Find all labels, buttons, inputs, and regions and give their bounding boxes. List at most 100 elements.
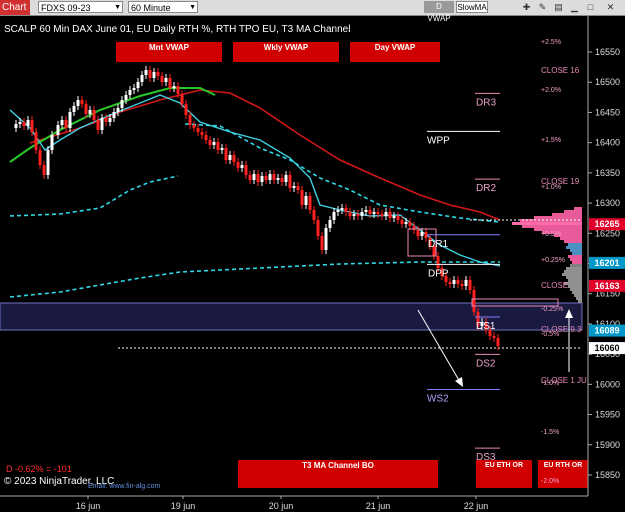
- maximize-icon[interactable]: □: [584, 1, 597, 14]
- candle-body: [180, 94, 184, 104]
- properties-icon[interactable]: ▤: [552, 1, 565, 14]
- candle-body: [42, 165, 46, 175]
- candle-body: [22, 122, 26, 126]
- pivot-label-dr1: DR1: [428, 239, 448, 250]
- y-tick-label: 15850: [595, 470, 620, 480]
- candle-body: [296, 186, 300, 190]
- minimize-icon[interactable]: ▁: [568, 1, 581, 14]
- volume-bar: [572, 291, 582, 294]
- pivot-label-ws2: WS2: [427, 393, 449, 404]
- price-chart[interactable]: SCALP 60 Min DAX June 01, EU Daily RTH %…: [0, 16, 625, 512]
- volume-bar: [560, 237, 582, 240]
- candle-body: [340, 208, 344, 210]
- price-badge-value: 16265: [594, 219, 619, 229]
- candle-body: [456, 280, 460, 284]
- chart-title: SCALP 60 Min DAX June 01, EU Daily RTH %…: [4, 24, 350, 35]
- pct-label: +0.25%: [541, 257, 565, 264]
- pivot-label-ds2: DS2: [476, 358, 496, 369]
- candle-body: [92, 110, 96, 120]
- candle-body: [112, 112, 116, 118]
- volume-bar: [562, 273, 582, 276]
- x-axis-ticks: 16 jun 19 jun 20 jun 21 jun 22 jun: [76, 496, 488, 511]
- candle-body: [38, 150, 42, 165]
- y-tick-label: 16500: [595, 77, 620, 87]
- candle-body: [388, 212, 392, 218]
- wkly-vwap-button[interactable]: Wkly VWAP: [233, 42, 339, 62]
- pct-label: -2.0%: [541, 478, 559, 485]
- candle-body: [304, 196, 308, 205]
- candle-body: [396, 216, 400, 220]
- candle-body: [404, 222, 408, 224]
- mnt-vwap-button[interactable]: Mnt VWAP: [116, 42, 222, 62]
- x-tick-label: 16 jun: [76, 501, 101, 511]
- candle-body: [268, 174, 272, 180]
- candle-body: [144, 70, 148, 75]
- y-tick-label: 16350: [595, 168, 620, 178]
- close-19-label: CLOSE 19: [541, 177, 580, 186]
- pivot-label-dr2: DR2: [476, 183, 496, 194]
- candle-body: [124, 95, 128, 100]
- draw-icon[interactable]: ✎: [536, 1, 549, 14]
- candle-body: [468, 280, 472, 290]
- candle-body: [168, 78, 172, 88]
- candle-body: [392, 216, 396, 218]
- percent-labels: +2.5%+2.0%+1.5%+1.0%+0.5%+0.25%-0.25%-0.…: [541, 39, 565, 485]
- candle-body: [76, 100, 80, 106]
- candle-body: [292, 186, 296, 188]
- candle-body: [240, 165, 244, 168]
- watermark-text: Email: www.fin-alg.com: [88, 483, 161, 490]
- price-badges: 16265 16201 16163 16089 16060: [589, 218, 625, 355]
- volume-bar: [574, 207, 582, 210]
- pct-label: -0.25%: [541, 306, 563, 313]
- interval-select[interactable]: 60 Minute ▼: [128, 1, 198, 13]
- volume-bar: [568, 255, 582, 258]
- candle-body: [360, 212, 364, 216]
- chart-tab[interactable]: Chart: [0, 0, 30, 15]
- day-vwap-button[interactable]: Day VWAP: [350, 42, 440, 62]
- candle-body: [26, 120, 30, 126]
- instrument-select[interactable]: FDXS 09-23 ▼: [38, 1, 123, 13]
- candle-body: [276, 178, 280, 180]
- close-1-jun-label: CLOSE 1 JU: [541, 376, 587, 385]
- candle-body: [220, 148, 224, 150]
- candle-body: [384, 212, 388, 216]
- volume-bar: [534, 216, 582, 219]
- slowma-toggle-button[interactable]: SlowMA: [456, 1, 488, 13]
- price-badge-value: 16163: [594, 281, 619, 291]
- candle-body: [408, 222, 412, 226]
- candle-body: [472, 290, 476, 312]
- volume-bar: [570, 249, 582, 252]
- candle-body: [344, 208, 348, 212]
- candle-body: [156, 72, 160, 76]
- volume-bar: [568, 243, 582, 246]
- candle-body: [460, 284, 464, 286]
- wkly-vwap-label: Wkly VWAP: [264, 43, 309, 52]
- candle-body: [184, 104, 188, 115]
- candle-body: [352, 214, 356, 216]
- candle-body: [88, 110, 92, 114]
- t3-channel-button[interactable]: T3 MA Channel BO: [238, 460, 438, 488]
- candle-body: [192, 125, 196, 128]
- candle-body: [224, 148, 228, 160]
- candle-body: [436, 256, 440, 268]
- candle-body: [188, 115, 192, 125]
- close-icon[interactable]: ✕: [604, 1, 617, 14]
- candle-body: [60, 120, 64, 125]
- candle-body: [252, 174, 256, 180]
- dvwap-toggle-button[interactable]: D VWAP: [424, 1, 454, 23]
- candle-body: [492, 336, 496, 338]
- pivot-label-wpp: WPP: [427, 135, 450, 146]
- candle-body: [30, 120, 34, 132]
- candle-body: [104, 118, 108, 122]
- t3-channel-lower: [9, 261, 500, 298]
- eu-eth-or-button[interactable]: EU ETH OR: [476, 460, 532, 488]
- candle-body: [232, 155, 236, 162]
- candle-body: [116, 108, 120, 112]
- y-tick-label: 16450: [595, 107, 620, 117]
- crosshair-icon[interactable]: ✚: [520, 1, 533, 14]
- candle-body: [376, 212, 380, 214]
- volume-bar: [564, 270, 582, 273]
- candle-body: [164, 78, 168, 82]
- chevron-down-icon: ▼: [189, 4, 196, 11]
- candle-body: [236, 162, 240, 168]
